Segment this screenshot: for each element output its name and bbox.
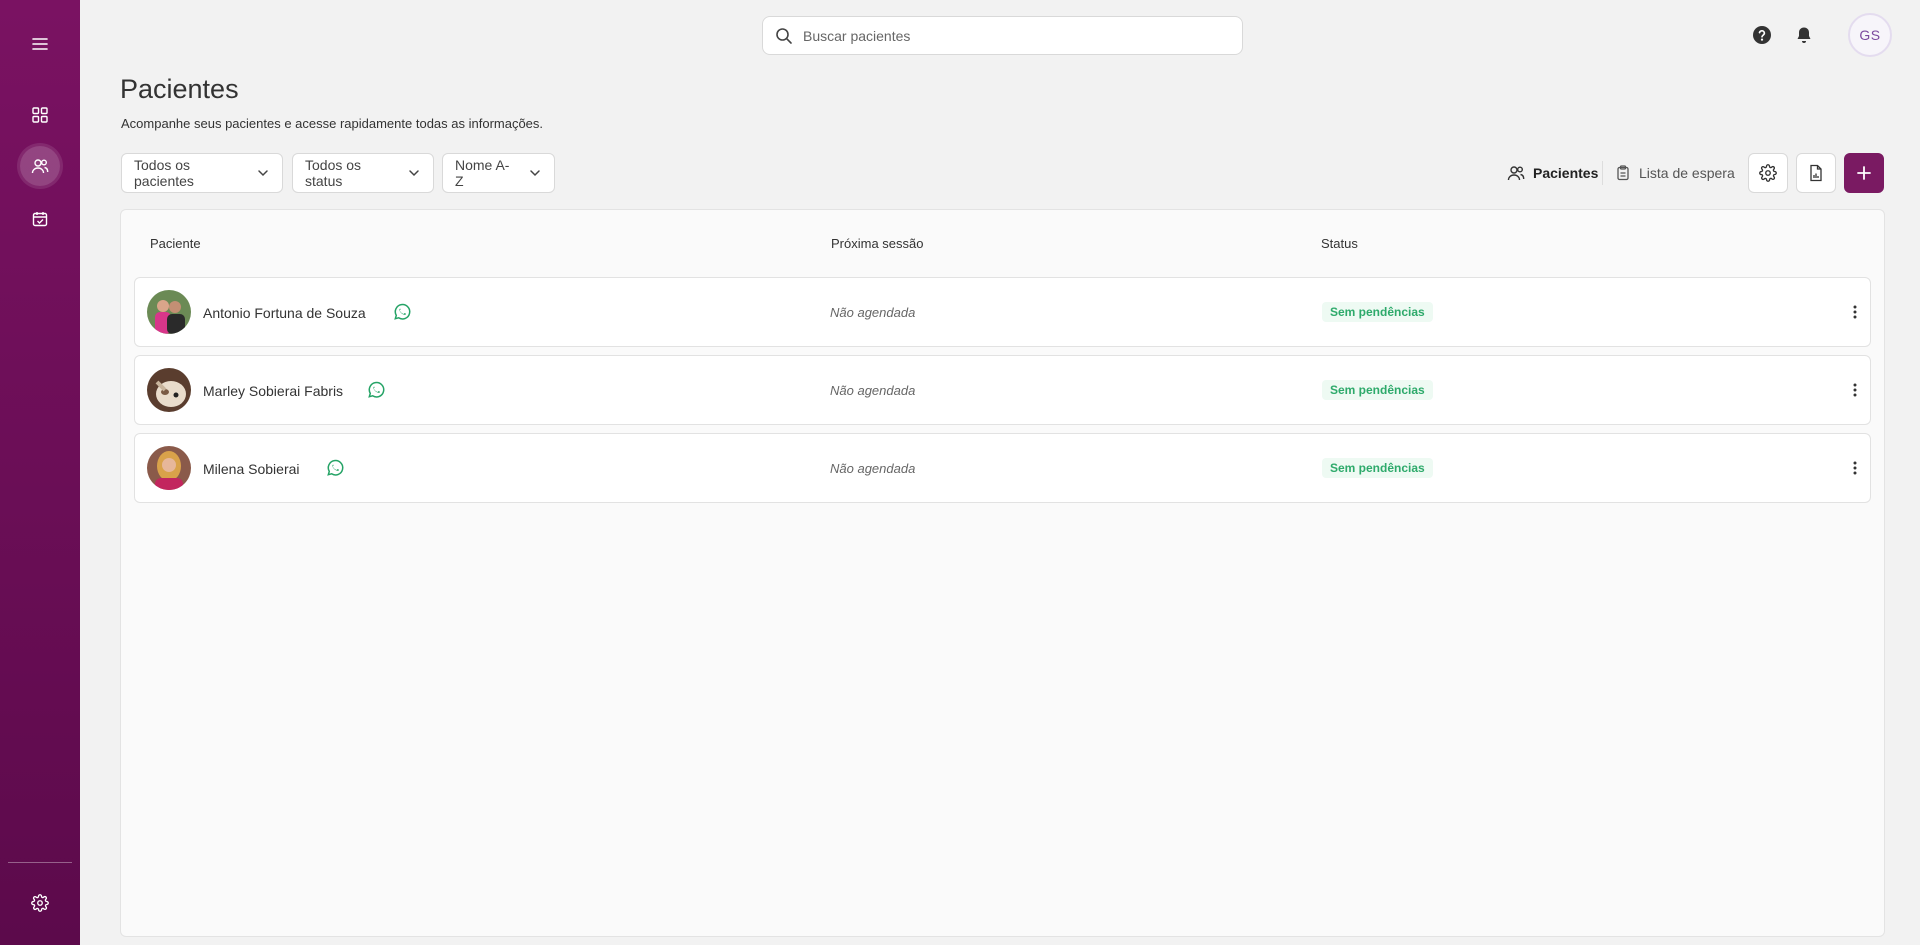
report-icon bbox=[1808, 164, 1824, 182]
tab-patients-label: Pacientes bbox=[1533, 165, 1599, 181]
menu-icon[interactable] bbox=[20, 24, 60, 64]
user-avatar[interactable]: GS bbox=[1848, 13, 1892, 57]
more-options-icon[interactable] bbox=[1845, 302, 1865, 322]
column-header-status: Status bbox=[1321, 236, 1358, 251]
table-row[interactable]: Antonio Fortuna de Souza Não agendada Se… bbox=[134, 277, 1871, 347]
patient-name[interactable]: Milena Sobierai bbox=[203, 461, 300, 477]
status-filter-select[interactable]: Todos os status bbox=[292, 153, 434, 193]
bell-icon[interactable] bbox=[1792, 23, 1816, 47]
status-badge: Sem pendências bbox=[1322, 458, 1433, 478]
patients-filter-select[interactable]: Todos os pacientes bbox=[121, 153, 283, 193]
status-filter-label: Todos os status bbox=[305, 157, 362, 189]
column-header-patient: Paciente bbox=[150, 236, 201, 251]
whatsapp-icon[interactable] bbox=[392, 302, 412, 322]
status-badge: Sem pendências bbox=[1322, 302, 1433, 322]
patient-avatar bbox=[147, 446, 191, 490]
search-box[interactable] bbox=[762, 16, 1243, 55]
settings-icon[interactable] bbox=[20, 883, 60, 923]
next-session: Não agendada bbox=[830, 461, 916, 476]
report-button[interactable] bbox=[1796, 153, 1836, 193]
patient-name[interactable]: Antonio Fortuna de Souza bbox=[203, 305, 366, 321]
chevron-down-icon bbox=[256, 166, 270, 180]
column-header-next-session: Próxima sessão bbox=[831, 236, 924, 251]
more-options-icon[interactable] bbox=[1845, 458, 1865, 478]
patients-filter-label: Todos os pacientes bbox=[134, 157, 194, 189]
page-title: Pacientes bbox=[120, 74, 239, 104]
next-session: Não agendada bbox=[830, 305, 916, 320]
sort-select[interactable]: Nome A-Z bbox=[442, 153, 555, 193]
patient-avatar bbox=[147, 290, 191, 334]
patients-icon bbox=[1507, 164, 1525, 182]
clipboard-icon bbox=[1615, 165, 1631, 181]
search-input[interactable] bbox=[803, 27, 1203, 44]
chevron-down-icon bbox=[528, 166, 542, 180]
table-row[interactable]: Marley Sobierai Fabris Não agendada Sem … bbox=[134, 355, 1871, 425]
chevron-down-icon bbox=[407, 166, 421, 180]
settings-button[interactable] bbox=[1748, 153, 1788, 193]
patient-name[interactable]: Marley Sobierai Fabris bbox=[203, 383, 343, 399]
patients-table: Paciente Próxima sessão Status Antonio F… bbox=[120, 209, 1885, 937]
whatsapp-icon[interactable] bbox=[366, 380, 386, 400]
sidebar-divider bbox=[8, 862, 72, 863]
calendar-icon[interactable] bbox=[20, 199, 60, 239]
patients-icon[interactable] bbox=[20, 146, 60, 186]
patient-avatar bbox=[147, 368, 191, 412]
tab-waitlist[interactable]: Lista de espera bbox=[1615, 159, 1735, 187]
sidebar bbox=[0, 0, 80, 945]
search-icon bbox=[775, 27, 793, 45]
status-badge: Sem pendências bbox=[1322, 380, 1433, 400]
table-row[interactable]: Milena Sobierai Não agendada Sem pendênc… bbox=[134, 433, 1871, 503]
help-icon[interactable] bbox=[1750, 23, 1774, 47]
more-options-icon[interactable] bbox=[1845, 380, 1865, 400]
plus-icon bbox=[1856, 165, 1872, 181]
page-subtitle: Acompanhe seus pacientes e acesse rapida… bbox=[121, 116, 544, 131]
tab-divider bbox=[1602, 161, 1603, 185]
whatsapp-icon[interactable] bbox=[325, 458, 345, 478]
add-patient-button[interactable] bbox=[1844, 153, 1884, 193]
tab-waitlist-label: Lista de espera bbox=[1639, 165, 1735, 181]
next-session: Não agendada bbox=[830, 383, 916, 398]
tab-patients[interactable]: Pacientes bbox=[1507, 159, 1598, 187]
dashboard-icon[interactable] bbox=[20, 95, 60, 135]
sort-label: Nome A-Z bbox=[455, 157, 510, 189]
settings-icon bbox=[1759, 164, 1777, 182]
